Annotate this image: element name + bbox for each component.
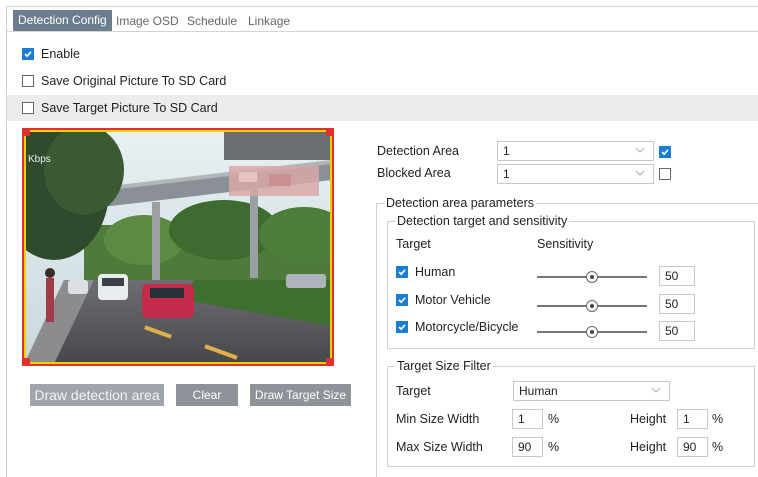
tab-image-osd[interactable]: Image OSD [111, 11, 184, 31]
zone-handle-top-left[interactable] [24, 130, 30, 136]
motorcycle-bicycle-sensitivity-input[interactable]: 50 [659, 321, 695, 341]
chevron-down-icon [651, 387, 661, 393]
min-size-width-label: Min Size Width [396, 412, 480, 426]
clear-button[interactable]: Clear [176, 384, 238, 406]
motor-vehicle-label: Motor Vehicle [415, 293, 491, 307]
target-row-motor-vehicle: Motor Vehicle [396, 292, 491, 308]
chevron-down-icon [635, 170, 645, 176]
enable-label: Enable [41, 47, 80, 61]
target-row-human: Human [396, 264, 455, 280]
tab-bar: Detection Config Image OSD Schedule Link… [7, 7, 758, 32]
sensitivity-column-header: Sensitivity [537, 237, 594, 251]
motorcycle-bicycle-label: Motorcycle/Bicycle [415, 320, 519, 334]
max-size-width-label: Max Size Width [396, 440, 483, 454]
max-height-label: Height [630, 440, 667, 454]
max-height-input[interactable]: 90 [677, 437, 708, 457]
enable-row: Enable [22, 46, 80, 62]
motor-vehicle-checkbox[interactable] [396, 294, 408, 306]
motorcycle-bicycle-sensitivity-slider[interactable] [537, 326, 647, 338]
save-target-checkbox[interactable] [22, 102, 34, 114]
blocked-area-checkbox[interactable] [659, 168, 671, 180]
enable-checkbox[interactable] [22, 48, 34, 60]
size-filter-target-value: Human [519, 384, 558, 398]
max-size-width-input[interactable]: 90 [512, 437, 543, 457]
chevron-down-icon [635, 147, 645, 153]
save-target-row: Save Target Picture To SD Card [22, 100, 218, 116]
min-height-input[interactable]: 1 [677, 409, 708, 429]
motor-vehicle-sensitivity-slider[interactable] [537, 300, 647, 312]
tab-schedule[interactable]: Schedule [182, 11, 242, 31]
human-checkbox[interactable] [396, 266, 408, 278]
tab-detection-config[interactable]: Detection Config [13, 10, 112, 31]
tab-linkage[interactable]: Linkage [243, 11, 295, 31]
target-row-motorcycle-bicycle: Motorcycle/Bicycle [396, 319, 519, 335]
min-height-label: Height [630, 412, 667, 426]
zone-handle-top-right[interactable] [326, 130, 332, 136]
save-target-label: Save Target Picture To SD Card [41, 101, 218, 115]
human-sensitivity-input[interactable]: 50 [659, 266, 695, 286]
zone-handle-bottom-right[interactable] [326, 358, 332, 364]
detection-area-checkbox[interactable] [659, 146, 671, 158]
save-original-checkbox[interactable] [22, 75, 34, 87]
target-sensitivity-legend: Detection target and sensitivity [395, 214, 570, 228]
blocked-area-select[interactable]: 1 [497, 164, 654, 184]
target-column-header: Target [396, 237, 431, 251]
slider-knob[interactable] [586, 326, 598, 338]
slider-knob[interactable] [586, 271, 598, 283]
min-size-width-input[interactable]: 1 [512, 409, 543, 429]
draw-detection-area-button[interactable]: Draw detection area [30, 384, 164, 406]
max-height-unit: % [712, 440, 724, 454]
check-icon [398, 269, 406, 276]
size-filter-target-label: Target [396, 384, 431, 398]
save-original-row: Save Original Picture To SD Card [22, 73, 226, 89]
live-video-preview[interactable]: Kbps [22, 128, 334, 366]
motor-vehicle-sensitivity-input[interactable]: 50 [659, 294, 695, 314]
detection-area-value: 1 [503, 144, 510, 158]
motorcycle-bicycle-checkbox[interactable] [396, 321, 408, 333]
min-height-unit: % [712, 412, 724, 426]
check-icon [661, 149, 669, 156]
target-size-filter-legend: Target Size Filter [395, 359, 493, 373]
check-icon [398, 324, 406, 331]
detection-area-select[interactable]: 1 [497, 141, 654, 161]
max-width-unit: % [548, 440, 560, 454]
blocked-area-value: 1 [503, 167, 510, 181]
blocked-area-label: Blocked Area [377, 166, 451, 180]
zone-handle-bottom-left[interactable] [24, 358, 30, 364]
slider-knob[interactable] [586, 300, 598, 312]
detection-area-label: Detection Area [377, 144, 459, 158]
detection-area-parameters-legend: Detection area parameters [384, 196, 536, 210]
check-icon [24, 51, 32, 58]
bitrate-overlay: Kbps [28, 154, 51, 165]
check-icon [398, 297, 406, 304]
min-width-unit: % [548, 412, 560, 426]
human-label: Human [415, 265, 456, 279]
draw-target-size-button[interactable]: Draw Target Size [250, 384, 351, 406]
save-original-label: Save Original Picture To SD Card [41, 74, 227, 88]
human-sensitivity-slider[interactable] [537, 271, 647, 283]
detection-zone-outline[interactable] [24, 130, 332, 364]
size-filter-target-select[interactable]: Human [513, 381, 670, 401]
